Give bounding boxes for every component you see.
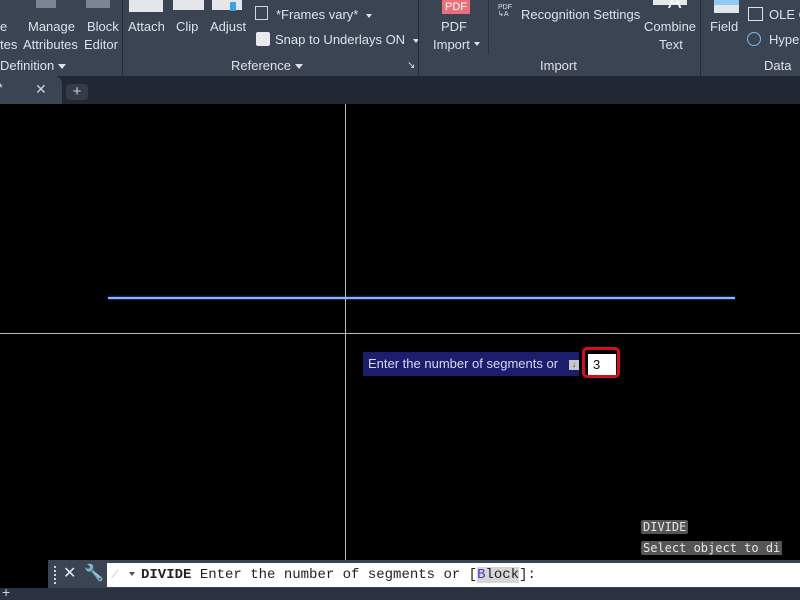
history-line-1: DIVIDE: [641, 520, 689, 534]
combine-text-label-1: Combine: [644, 19, 697, 34]
import-panel-title: Import: [540, 58, 577, 73]
manage-attributes-label-1: Manage: [28, 19, 75, 34]
command-icon: ⟋: [111, 570, 119, 582]
adjust-slider-icon: [230, 2, 236, 11]
manage-attributes-icon: [36, 0, 56, 8]
panel-divider: [418, 0, 419, 76]
new-tab-button[interactable]: +: [66, 84, 88, 100]
hyperlink-label: Hyper: [769, 32, 800, 47]
frames-label: *Frames vary*: [276, 7, 373, 22]
wrench-icon[interactable]: 🔧: [84, 563, 104, 583]
highlight-box: [582, 347, 620, 378]
block-definition-title-text: Definition: [0, 58, 55, 73]
reference-panel-title[interactable]: Reference: [231, 58, 303, 73]
add-layout-button[interactable]: +: [2, 584, 10, 600]
chevron-down-icon: [58, 64, 67, 70]
history-line-2: Select object to di: [641, 541, 783, 555]
close-command-line-icon[interactable]: ✕: [63, 563, 76, 583]
field-icon: [714, 5, 739, 13]
pdf-recognition-icon: PDF ↳A: [498, 4, 512, 18]
ole-object-icon: [748, 7, 763, 21]
close-tab-icon[interactable]: ✕: [35, 81, 47, 98]
letter-a-icon: A: [668, 0, 682, 13]
data-panel-title: Data: [764, 58, 792, 73]
line-object[interactable]: [108, 297, 735, 299]
dynamic-input-prompt: Enter the number of segments or: [368, 356, 559, 371]
reference-title-text: Reference: [231, 58, 291, 73]
clip-label: Clip: [176, 19, 199, 34]
crosshair-vertical: [345, 104, 346, 560]
adjust-icon: [212, 0, 242, 10]
globe-icon: [747, 32, 761, 46]
ole-object-label: OLE O: [769, 7, 800, 22]
pdf-import-label-1: PDF: [441, 19, 467, 34]
combine-text-label-2: Text: [659, 37, 683, 52]
command-line-bar: ✕ 🔧 ⟋ DIVIDE Enter the number of segments…: [48, 560, 800, 588]
layout-tab-bar: +: [0, 584, 800, 600]
ribbon: e tes Manage Attributes Block Editor Def…: [0, 0, 800, 76]
drawing-canvas[interactable]: Enter the number of segments or ↓ 3 DIVI…: [0, 104, 800, 560]
crosshair-horizontal: [0, 333, 800, 334]
pdf-icon: PDF: [442, 0, 470, 14]
chevron-down-icon: [294, 64, 303, 70]
block-editor-label-1: Block: [87, 19, 119, 34]
pdf-import-label-2: Import: [433, 37, 480, 52]
recent-commands-dropdown-icon[interactable]: [129, 572, 135, 577]
manage-attributes-label-2: Attributes: [23, 37, 78, 52]
command-input[interactable]: ⟋ DIVIDE Enter the number of segments or …: [107, 563, 800, 587]
command-prompt-end: ]:: [519, 567, 536, 583]
block-editor-icon: [86, 0, 110, 8]
recognition-settings-label: Recognition Settings: [521, 7, 641, 22]
drag-handle[interactable]: [54, 566, 58, 584]
block-editor-label-2: Editor: [84, 37, 118, 52]
snap-underlays-label: Snap to Underlays ON: [275, 32, 420, 47]
frame-icon: [255, 6, 268, 20]
adjust-label: Adjust: [210, 19, 247, 34]
attach-label: Attach: [128, 19, 165, 34]
partial-button-label[interactable]: e: [0, 19, 7, 34]
dialog-launcher-icon[interactable]: ↘: [407, 60, 415, 71]
snap-underlay-icon: [256, 32, 270, 46]
clip-icon: [173, 0, 204, 10]
attach-icon: [129, 0, 163, 12]
panel-divider: [122, 0, 123, 76]
block-definition-panel-title[interactable]: Definition: [0, 58, 67, 73]
panel-divider: [700, 0, 701, 76]
command-name: DIVIDE: [141, 567, 192, 583]
modified-indicator: *: [0, 81, 3, 95]
partial-button-label-2[interactable]: tes: [0, 37, 17, 52]
dynamic-input-tooltip: Enter the number of segments or: [363, 352, 579, 376]
drawing-tab[interactable]: * ✕: [0, 76, 62, 104]
group-divider: [488, 0, 489, 54]
field-label: Field: [710, 19, 739, 34]
options-arrow-icon[interactable]: ↓: [569, 360, 579, 370]
command-prompt: Enter the number of segments or [: [199, 567, 478, 583]
file-tab-bar: * ✕ +: [0, 76, 800, 104]
block-option[interactable]: Block: [477, 567, 520, 583]
